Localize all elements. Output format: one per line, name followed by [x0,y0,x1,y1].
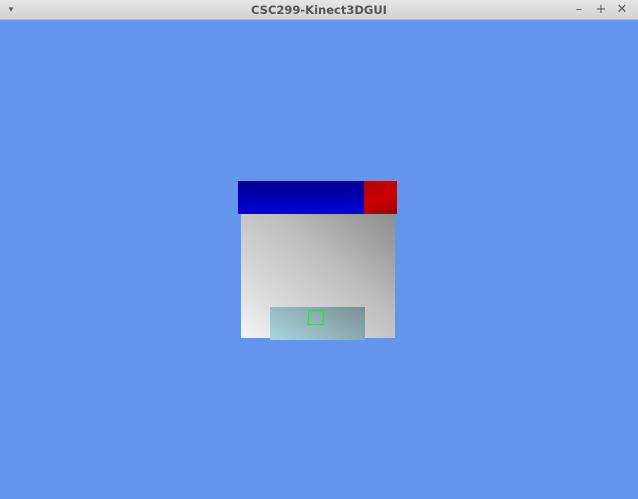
close-box[interactable] [364,181,397,214]
title-bar-3d[interactable] [238,181,397,214]
close-icon[interactable]: ✕ [613,1,631,19]
hand-cursor-marker [307,310,325,325]
app-window: ▾ CSC299-Kinect3DGUI – + ✕ [0,0,638,499]
window-title: CSC299-Kinect3DGUI [251,3,387,17]
drag-handle[interactable] [238,181,365,214]
window-titlebar[interactable]: ▾ CSC299-Kinect3DGUI – + ✕ [0,0,638,20]
maximize-icon[interactable]: + [592,1,610,19]
minimize-icon[interactable]: – [570,1,588,19]
